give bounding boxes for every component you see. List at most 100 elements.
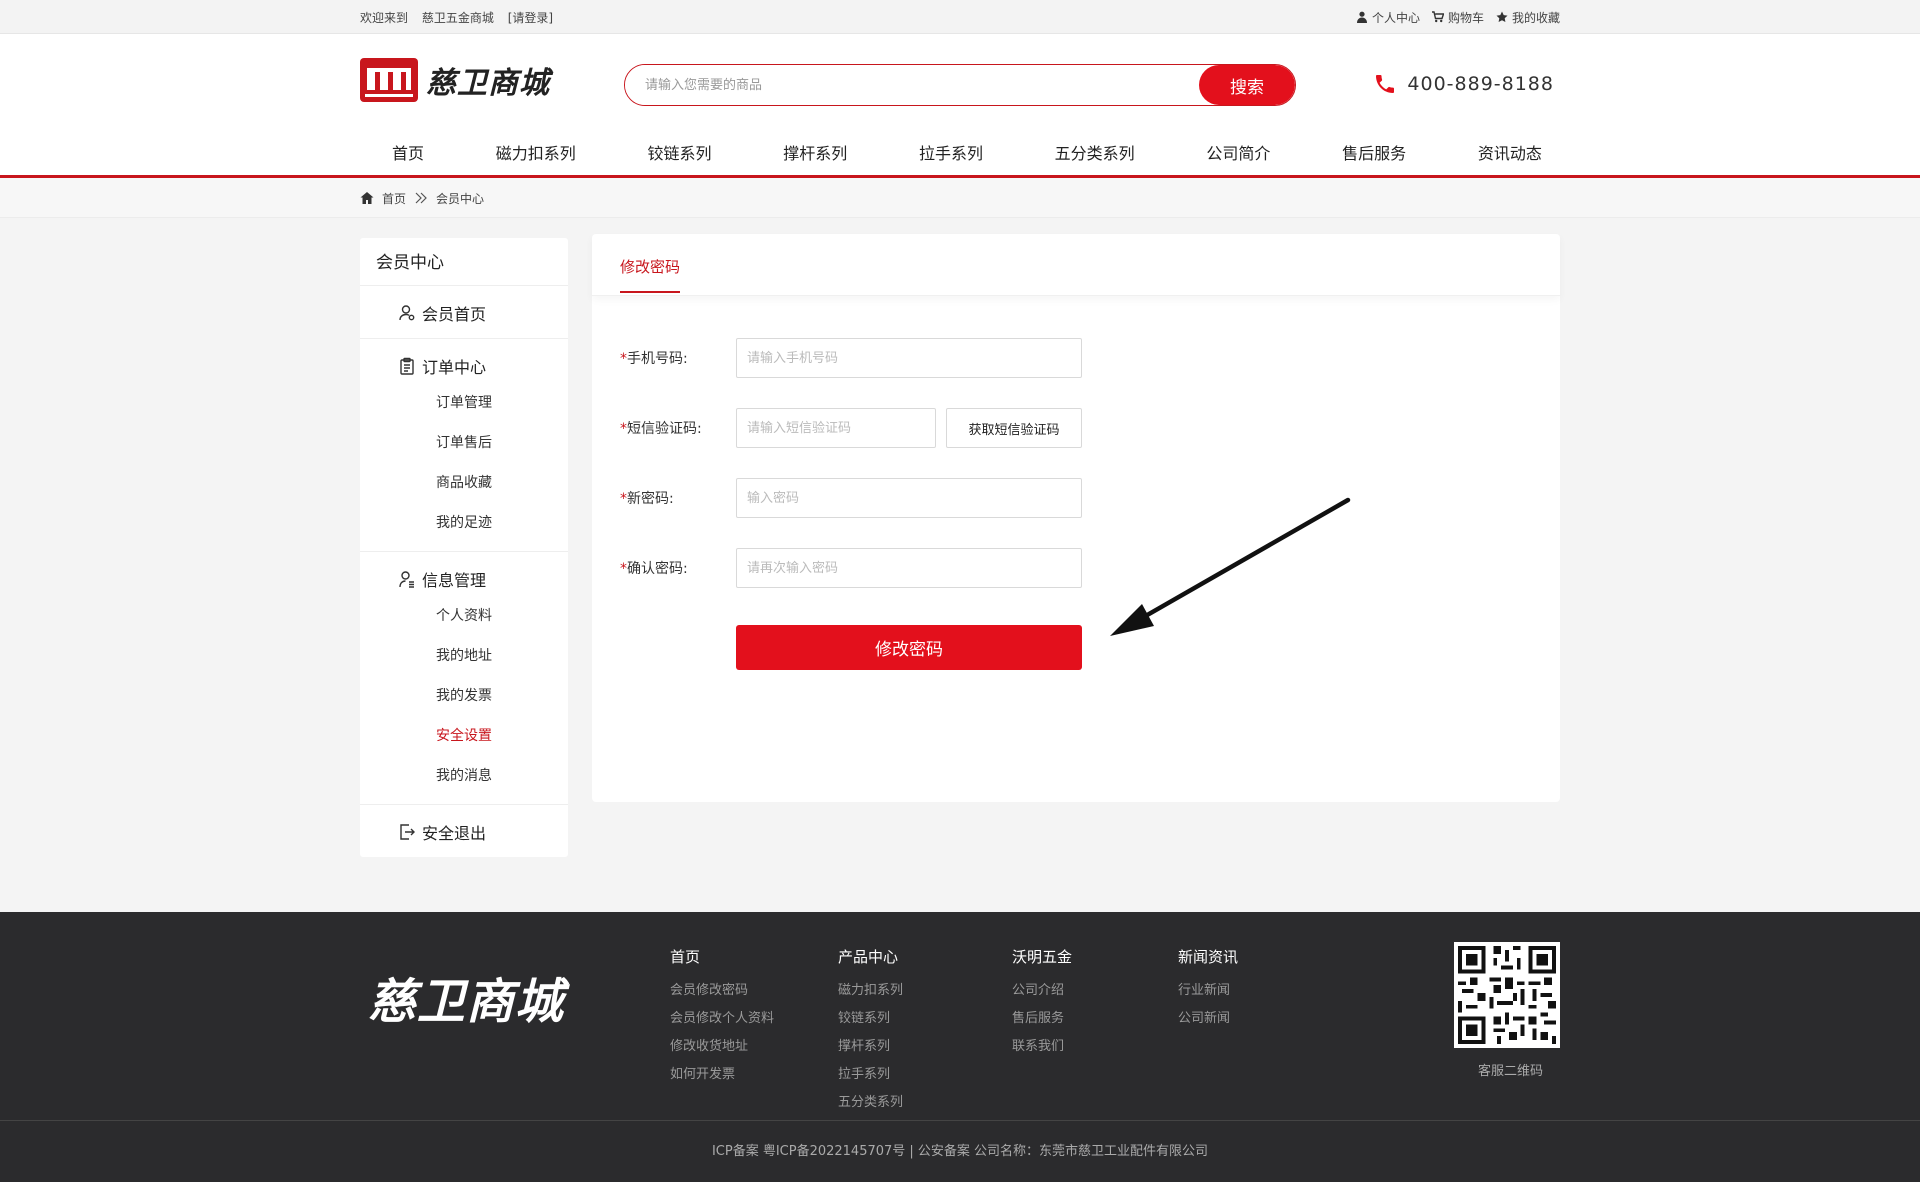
- tab-change-password[interactable]: 修改密码: [620, 256, 681, 293]
- footer-col-products: 产品中心 磁力扣系列 铰链系列 撑杆系列 拉手系列 五分类系列: [838, 946, 903, 1117]
- footer-col-title: 沃明五金: [1012, 948, 1073, 966]
- sidebar-item-address[interactable]: 我的地址: [360, 636, 568, 676]
- submit-change-password-button[interactable]: 修改密码: [736, 625, 1082, 670]
- footer-link[interactable]: 磁力扣系列: [838, 977, 903, 1005]
- sidebar-item-footprint[interactable]: 我的足迹: [360, 503, 568, 543]
- cart-icon: [1431, 11, 1444, 23]
- sidebar-item-logout[interactable]: 安全退出: [360, 815, 568, 849]
- clipboard-icon: [400, 357, 414, 375]
- logo-mark-icon: [360, 58, 418, 102]
- cart-label: 购物车: [1447, 10, 1484, 25]
- footer-link[interactable]: 售后服务: [1012, 1005, 1072, 1033]
- nav-item-magnetic[interactable]: 磁力扣系列: [496, 140, 576, 164]
- home-icon: [360, 192, 374, 204]
- new-password-label: *新密码:: [620, 491, 674, 507]
- footer-col-title: 首页: [670, 948, 701, 966]
- search-input[interactable]: [625, 65, 1199, 105]
- nav-item-category[interactable]: 五分类系列: [1055, 140, 1135, 164]
- site-logo[interactable]: 慈卫商城: [360, 58, 550, 102]
- sidebar-group-home: 会员首页: [360, 286, 568, 339]
- user-info-icon: [399, 571, 414, 588]
- personal-center-link[interactable]: 个人中心: [1356, 9, 1420, 26]
- user-icon: [1356, 11, 1367, 23]
- nav-item-about[interactable]: 公司简介: [1206, 140, 1270, 164]
- confirm-password-row: *确认密码:: [620, 548, 1082, 588]
- welcome-label: 欢迎来到: [360, 10, 409, 25]
- sidebar-item-messages[interactable]: 我的消息: [360, 756, 568, 796]
- sidebar-group-info: 信息管理 个人资料 我的地址 我的发票 安全设置 我的消息: [360, 552, 568, 805]
- nav-item-service[interactable]: 售后服务: [1342, 140, 1406, 164]
- footer: 慈卫商城 首页 会员修改密码 会员修改个人资料 修改收货地址 如何开发票 产品中…: [0, 912, 1920, 1182]
- change-password-panel: 修改密码 *手机号码: *短信验证码: 获取短信验证码 *新密码: *确认密码:…: [592, 234, 1560, 802]
- nav-item-home[interactable]: 首页: [392, 140, 424, 164]
- nav-item-handle[interactable]: 拉手系列: [919, 140, 983, 164]
- get-sms-code-button[interactable]: 获取短信验证码: [946, 408, 1082, 448]
- copyright: ICP备案 粤ICP备2022145707号 | 公安备案 公司名称：东莞市慈卫…: [0, 1120, 1920, 1182]
- footer-link[interactable]: 会员修改密码: [670, 977, 774, 1005]
- footer-link[interactable]: 公司新闻: [1178, 1005, 1238, 1033]
- favorites-link[interactable]: 我的收藏: [1496, 9, 1560, 26]
- sidebar-group-logout: 安全退出: [360, 805, 568, 857]
- new-password-row: *新密码:: [620, 478, 1082, 518]
- phone-row: *手机号码:: [620, 338, 1082, 378]
- footer-col-company: 沃明五金 公司介绍 售后服务 联系我们: [1012, 946, 1072, 1061]
- nav-item-news[interactable]: 资讯动态: [1478, 140, 1542, 164]
- phone-label: *手机号码:: [620, 351, 688, 367]
- sidebar-item-security[interactable]: 安全设置: [360, 716, 568, 756]
- sidebar-group-orders: 订单中心 订单管理 订单售后 商品收藏 我的足迹: [360, 339, 568, 552]
- top-bar: 欢迎来到 慈卫五金商城 [请登录] 个人中心 购物车 我的收藏: [0, 0, 1920, 34]
- main-content: 会员中心 会员首页 订单中心 订单管理 订单售后 商品收藏 我的足迹 信息管理 …: [0, 218, 1920, 890]
- search-bar: 搜索: [624, 64, 1296, 106]
- sidebar-item-info-manage[interactable]: 信息管理: [360, 562, 568, 596]
- footer-link[interactable]: 五分类系列: [838, 1089, 903, 1117]
- favorites-label: 我的收藏: [1511, 10, 1560, 25]
- search-button[interactable]: 搜索: [1199, 65, 1295, 105]
- footer-logo: 慈卫商城: [368, 974, 565, 1030]
- header: 慈卫商城 搜索 400-889-8188 首页 磁力扣系列 铰链系列 撑杆系列 …: [0, 34, 1920, 178]
- qr-code-icon: [1458, 946, 1556, 1044]
- footer-link[interactable]: 修改收货地址: [670, 1033, 774, 1061]
- sidebar-item-profile[interactable]: 个人资料: [360, 596, 568, 636]
- confirm-password-input[interactable]: [736, 548, 1082, 588]
- panel-tabs: 修改密码: [592, 234, 1560, 296]
- sidebar-item-favorites[interactable]: 商品收藏: [360, 463, 568, 503]
- star-icon: [1496, 11, 1508, 22]
- sidebar-item-label: 安全退出: [422, 824, 487, 843]
- login-link[interactable]: [请登录]: [508, 11, 553, 25]
- service-qr-code: [1454, 942, 1560, 1048]
- logo-text: 慈卫商城: [426, 66, 550, 101]
- double-chevron-right-icon: [415, 192, 427, 204]
- site-name: 慈卫五金商城: [421, 10, 494, 25]
- breadcrumb: 首页 会员中心: [0, 178, 1920, 218]
- footer-link[interactable]: 行业新闻: [1178, 977, 1238, 1005]
- footer-col-title: 产品中心: [838, 948, 899, 966]
- footer-link[interactable]: 如何开发票: [670, 1061, 774, 1089]
- sms-code-row: *短信验证码: 获取短信验证码: [620, 408, 1082, 448]
- sidebar-item-order-manage[interactable]: 订单管理: [360, 383, 568, 423]
- sidebar-item-order-center[interactable]: 订单中心: [360, 349, 568, 383]
- cart-link[interactable]: 购物车: [1431, 9, 1484, 26]
- footer-link[interactable]: 铰链系列: [838, 1005, 903, 1033]
- sidebar-item-order-aftersale[interactable]: 订单售后: [360, 423, 568, 463]
- sms-code-input[interactable]: [736, 408, 936, 448]
- nav-item-strut[interactable]: 撑杆系列: [783, 140, 847, 164]
- phone-input[interactable]: [736, 338, 1082, 378]
- breadcrumb-home[interactable]: 首页: [382, 190, 406, 207]
- nav-item-hinge[interactable]: 铰链系列: [647, 140, 711, 164]
- sidebar-title: 会员中心: [360, 238, 568, 286]
- footer-link[interactable]: 拉手系列: [838, 1061, 903, 1089]
- sidebar-item-member-home[interactable]: 会员首页: [360, 296, 568, 330]
- footer-link[interactable]: 联系我们: [1012, 1033, 1072, 1061]
- footer-link[interactable]: 公司介绍: [1012, 977, 1072, 1005]
- footer-link[interactable]: 撑杆系列: [838, 1033, 903, 1061]
- phone-number: 400-889-8188: [1407, 73, 1554, 95]
- sms-code-label: *短信验证码:: [620, 421, 702, 437]
- personal-center-label: 个人中心: [1371, 10, 1420, 25]
- hotline: 400-889-8188: [1373, 72, 1554, 96]
- footer-col-title: 新闻资讯: [1178, 948, 1239, 966]
- sidebar-item-invoice[interactable]: 我的发票: [360, 676, 568, 716]
- footer-col-news: 新闻资讯 行业新闻 公司新闻: [1178, 946, 1238, 1033]
- new-password-input[interactable]: [736, 478, 1082, 518]
- member-sidebar: 会员中心 会员首页 订单中心 订单管理 订单售后 商品收藏 我的足迹 信息管理 …: [360, 238, 568, 857]
- footer-link[interactable]: 会员修改个人资料: [670, 1005, 774, 1033]
